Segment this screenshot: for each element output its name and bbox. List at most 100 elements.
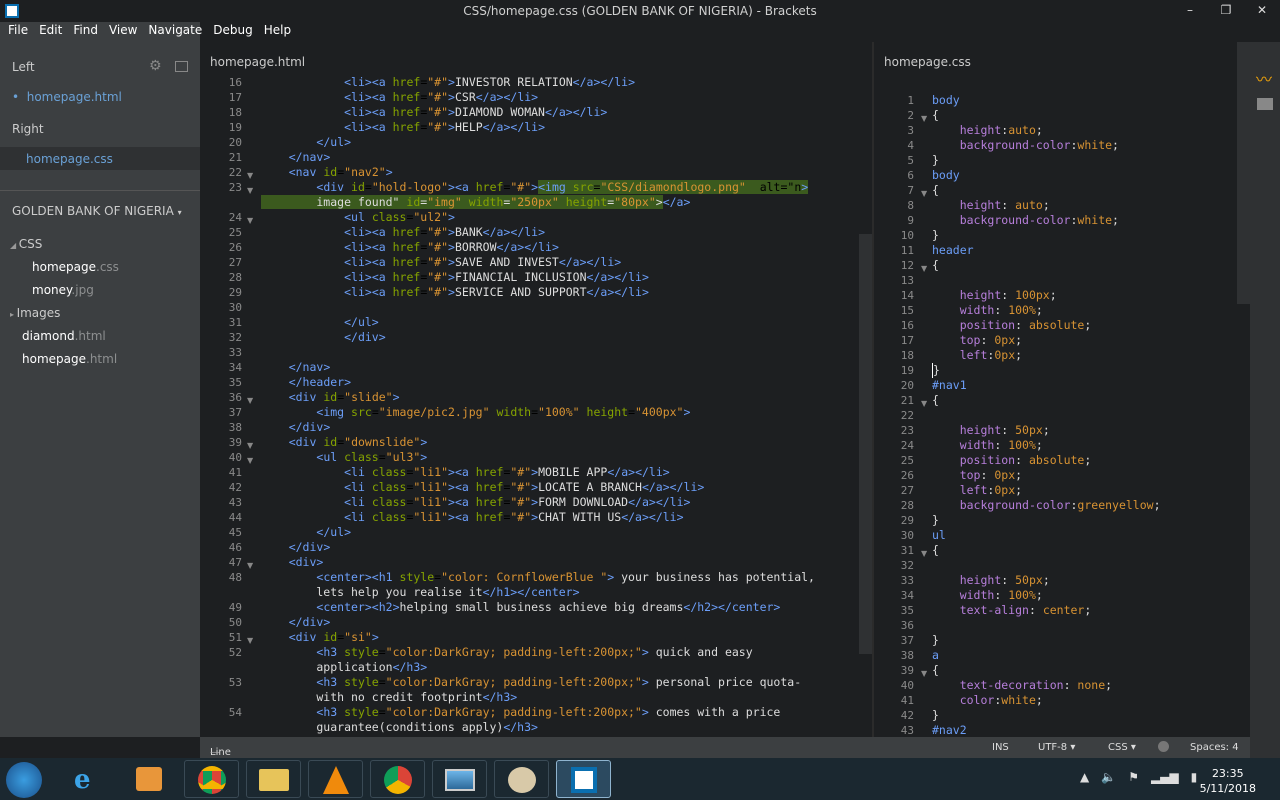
action-center-flag-icon[interactable]: ⚑ <box>1128 770 1139 784</box>
css-line[interactable]: 15 width: 100%; <box>874 303 1237 318</box>
menu-file[interactable]: File <box>0 22 28 42</box>
code-line[interactable]: 25 <li><a href="#">BANK</a></li> <box>200 225 860 240</box>
code-line[interactable]: 49 <center><h2>helping small business ac… <box>200 600 860 615</box>
menu-edit[interactable]: Edit <box>31 22 62 42</box>
code-line[interactable]: 51 ▼ <div id="si"> <box>200 630 860 645</box>
css-line[interactable]: 33 height: 50px; <box>874 573 1237 588</box>
system-clock[interactable]: 23:35 5/11/2018 <box>1200 766 1256 796</box>
right-code-area[interactable]: 1 body 2 ▼{3 height:auto; 4 background-color… <box>874 93 1237 737</box>
css-line[interactable]: 30 ul <box>874 528 1237 543</box>
working-file-left[interactable]: • homepage.html <box>12 90 122 104</box>
chrome-taskbar-button[interactable] <box>184 760 239 798</box>
menu-find[interactable]: Find <box>65 22 98 42</box>
code-line[interactable]: 27 <li><a href="#">SAVE AND INVEST</a></… <box>200 255 860 270</box>
left-code-area[interactable]: 16 <li><a href="#">INVESTOR RELATION</a>… <box>200 75 860 737</box>
css-line[interactable]: 9 background-color:white; <box>874 213 1237 228</box>
volume-icon[interactable]: 🔈 <box>1101 770 1116 784</box>
code-line[interactable]: 31 </ul> <box>200 315 860 330</box>
css-line[interactable]: 40 text-decoration: none; <box>874 678 1237 693</box>
css-line[interactable]: 39 ▼{ <box>874 663 1237 678</box>
css-line[interactable]: 32 <box>874 558 1237 573</box>
ins-indicator[interactable]: INS <box>992 742 1009 753</box>
code-line[interactable]: 33 <box>200 345 860 360</box>
code-line[interactable]: 16 <li><a href="#">INVESTOR RELATION</a>… <box>200 75 860 90</box>
code-line[interactable]: 22 ▼ <nav id="nav2"> <box>200 165 860 180</box>
working-file-right[interactable]: homepage.css <box>26 152 113 166</box>
menu-help[interactable]: Help <box>256 22 291 42</box>
css-line[interactable]: 43 #nav2 <box>874 723 1237 737</box>
internet-explorer-icon[interactable]: e <box>74 765 91 795</box>
code-line[interactable]: 32 </div> <box>200 330 860 345</box>
code-line[interactable]: 42 <li class="li1"><a href="#">LOCATE A … <box>200 480 860 495</box>
vlc-taskbar-button[interactable] <box>308 760 363 798</box>
css-line[interactable]: 25 position: absolute; <box>874 453 1237 468</box>
code-line[interactable]: 29 <li><a href="#">SERVICE AND SUPPORT</… <box>200 285 860 300</box>
tree-file[interactable]: diamond.html <box>22 329 106 343</box>
css-line[interactable]: 2 ▼{ <box>874 108 1237 123</box>
code-line[interactable]: 26 <li><a href="#">BORROW</a></li> <box>200 240 860 255</box>
tree-file[interactable]: money.jpg <box>32 283 94 297</box>
explorer-taskbar-button[interactable] <box>246 760 301 798</box>
menu-view[interactable]: View <box>101 22 137 42</box>
code-line[interactable]: 45 </ul> <box>200 525 860 540</box>
chrome-taskbar-button-2[interactable] <box>370 760 425 798</box>
linter-status-icon[interactable] <box>1158 741 1169 752</box>
css-line[interactable]: 35 text-align: center; <box>874 603 1237 618</box>
css-line[interactable]: 41 color:white; <box>874 693 1237 708</box>
maximize-button[interactable]: ❐ <box>1208 0 1244 20</box>
code-line[interactable]: image found" id="img" width="250px" heig… <box>200 195 860 210</box>
code-line[interactable]: application</h3> <box>200 660 860 675</box>
css-line[interactable]: 12 ▼{ <box>874 258 1237 273</box>
code-line[interactable]: guarantee(conditions apply)</h3> <box>200 720 860 735</box>
tree-file[interactable]: homepage.css <box>32 260 119 274</box>
right-scrollbar[interactable] <box>1237 42 1250 304</box>
code-line[interactable]: 20 </ul> <box>200 135 860 150</box>
code-line[interactable]: 18 <li><a href="#">DIAMOND WOMAN</a></li… <box>200 105 860 120</box>
css-line[interactable]: 4 background-color:white; <box>874 138 1237 153</box>
css-line[interactable]: 11 header <box>874 243 1237 258</box>
code-line[interactable]: 54 <h3 style="color:DarkGray; padding-le… <box>200 705 860 720</box>
code-line[interactable]: 37 <img src="image/pic2.jpg" width="100%… <box>200 405 860 420</box>
code-line[interactable]: 47 ▼ <div> <box>200 555 860 570</box>
menu-navigate[interactable]: Navigate <box>140 22 202 42</box>
network-signal-icon[interactable]: ▂▄▆ <box>1151 770 1179 784</box>
code-line[interactable]: 19 <li><a href="#">HELP</a></li> <box>200 120 860 135</box>
css-line[interactable]: 7 ▼{ <box>874 183 1237 198</box>
code-line[interactable]: 50 </div> <box>200 615 860 630</box>
close-button[interactable]: ✕ <box>1244 0 1280 20</box>
css-line[interactable]: 38 a <box>874 648 1237 663</box>
code-line[interactable]: 44 <li class="li1"><a href="#">CHAT WITH… <box>200 510 860 525</box>
code-line[interactable]: 48 <center><h1 style="color: CornflowerB… <box>200 570 860 585</box>
css-line[interactable]: 10} <box>874 228 1237 243</box>
code-line[interactable]: 52 <h3 style="color:DarkGray; padding-le… <box>200 645 860 660</box>
battery-icon[interactable]: ▮ <box>1191 770 1198 784</box>
left-scrollbar[interactable] <box>859 234 872 654</box>
code-line[interactable]: with no credit footprint</h3> <box>200 690 860 705</box>
css-line[interactable]: 14 height: 100px; <box>874 288 1237 303</box>
css-line[interactable]: 13 <box>874 273 1237 288</box>
extension-manager-icon[interactable] <box>1257 98 1273 110</box>
code-line[interactable]: 38 </div> <box>200 420 860 435</box>
css-line[interactable]: 21 ▼{ <box>874 393 1237 408</box>
right-editor-tab[interactable]: homepage.css <box>874 42 971 76</box>
start-button[interactable] <box>6 762 42 798</box>
code-line[interactable]: 46 </div> <box>200 540 860 555</box>
css-line[interactable]: 36 <box>874 618 1237 633</box>
css-line[interactable]: 5} <box>874 153 1237 168</box>
menu-debug[interactable]: Debug <box>205 22 252 42</box>
tree-folder[interactable]: ▸ Images <box>10 306 60 320</box>
code-line[interactable]: 30 <box>200 300 860 315</box>
code-line[interactable]: 21 </nav> <box>200 150 860 165</box>
live-preview-icon[interactable]: 〰 <box>1256 66 1272 90</box>
css-line[interactable]: 16 position: absolute; <box>874 318 1237 333</box>
code-line[interactable]: 43 <li class="li1"><a href="#">FORM DOWN… <box>200 495 860 510</box>
css-line[interactable]: 26 top: 0px; <box>874 468 1237 483</box>
code-line[interactable]: 41 <li class="li1"><a href="#">MOBILE AP… <box>200 465 860 480</box>
css-line[interactable]: 17 top: 0px; <box>874 333 1237 348</box>
code-line[interactable]: 39 ▼ <div id="downslide"> <box>200 435 860 450</box>
code-line[interactable]: 23 ▼ <div id="hold-logo"><a href="#"><img… <box>200 180 860 195</box>
language-select[interactable]: CSS ▾ <box>1108 742 1136 753</box>
css-line[interactable]: 27 left:0px; <box>874 483 1237 498</box>
code-line[interactable]: lets help you realise it</h1></center> <box>200 585 860 600</box>
code-line[interactable]: 40 ▼ <ul class="ul3"> <box>200 450 860 465</box>
